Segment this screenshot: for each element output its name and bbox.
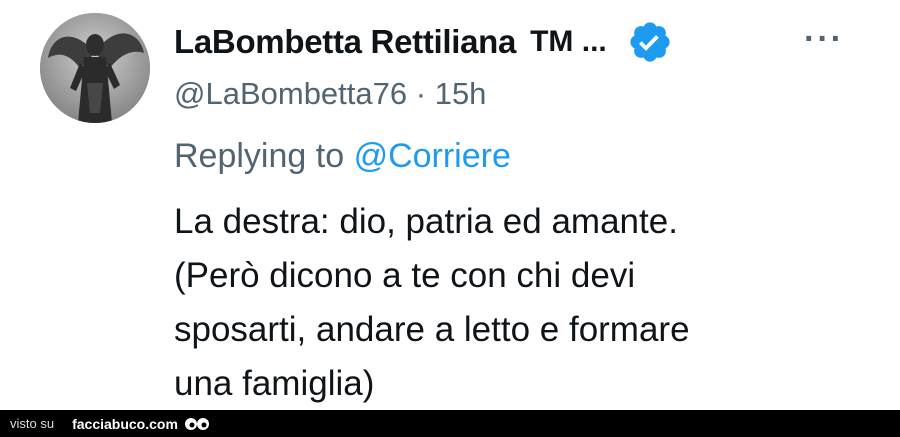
eyes-logo-icon <box>184 417 209 430</box>
reply-prefix: Replying to <box>174 137 345 175</box>
name-suffix: TM ... <box>530 25 607 58</box>
seen-on-label: visto su <box>10 416 55 431</box>
reply-to-mention[interactable]: @Corriere <box>354 137 511 175</box>
statue-avatar-icon <box>40 13 150 123</box>
tweet-text: La destra: dio, patria ed amante. (Però … <box>174 195 874 411</box>
tweet-text-line: La destra: dio, patria ed amante. <box>174 202 678 241</box>
tweet-text-line: (Però dicono a te con chi devi <box>174 256 636 295</box>
timestamp[interactable]: 15h <box>435 76 487 111</box>
reply-context: Replying to @Corriere <box>174 137 511 176</box>
watermark-footer: visto su facciabuco.com <box>0 410 900 437</box>
tweet-text-line: una famiglia) <box>174 364 375 403</box>
more-options-icon[interactable]: ··· <box>804 22 844 56</box>
display-name[interactable]: LaBombetta Rettiliana <box>174 23 516 61</box>
tweet-card: LaBombetta Rettiliana TM ... ··· @LaBomb… <box>0 0 900 410</box>
author-name-row: LaBombetta Rettiliana TM ... <box>174 20 673 64</box>
avatar[interactable] <box>40 13 150 123</box>
handle[interactable]: @LaBombetta76 <box>174 76 407 111</box>
separator: · <box>415 76 427 111</box>
tweet-text-line: sposarti, andare a letto e formare <box>174 310 690 349</box>
handle-row: @LaBombetta76 · 15h <box>174 76 486 112</box>
verified-badge-icon[interactable] <box>627 19 673 65</box>
brand-label: facciabuco.com <box>72 415 178 432</box>
